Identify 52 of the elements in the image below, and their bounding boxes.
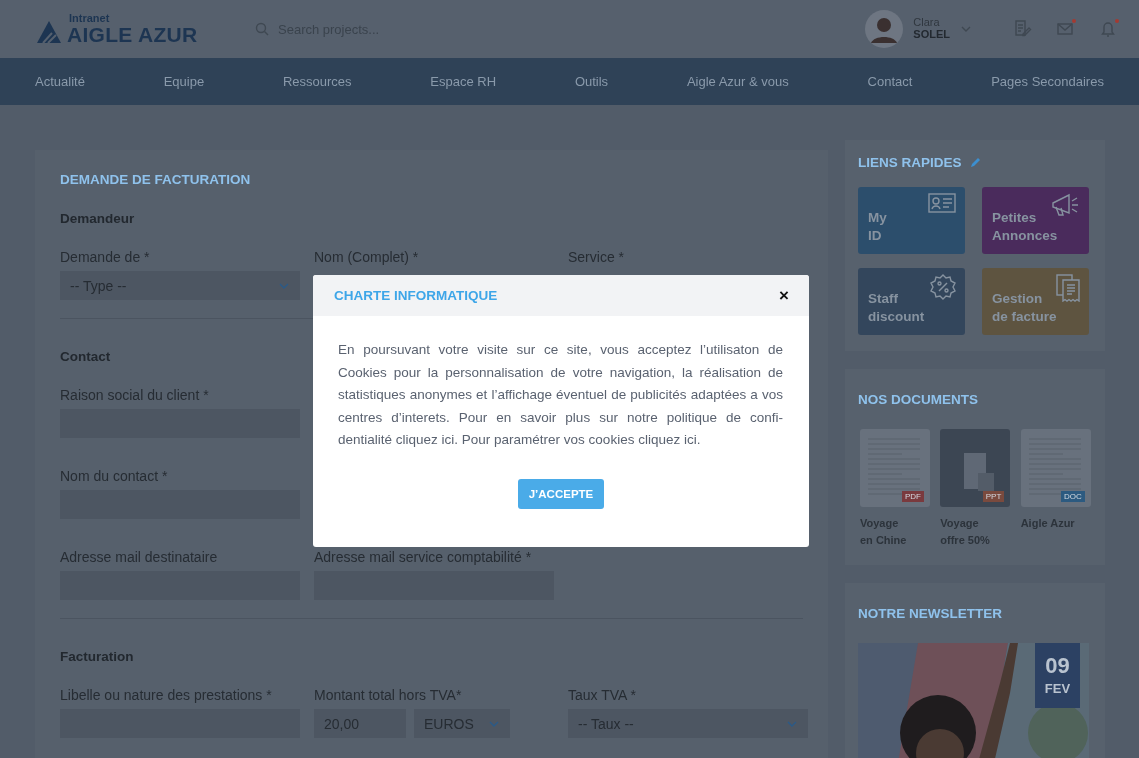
form-title: DEMANDE DE FACTURATION	[60, 172, 252, 187]
field-label: Montant total hors TVA*	[314, 687, 463, 703]
id-card-icon	[928, 193, 956, 213]
nav-link[interactable]: Contact	[867, 74, 913, 89]
quick-link-tile[interactable]: Petites Annonces	[982, 187, 1089, 254]
card-title: LIENS RAPIDES	[858, 155, 962, 170]
date-day: 09	[1045, 655, 1070, 677]
field-label: Service *	[568, 249, 626, 265]
section-title: Contact	[60, 349, 111, 365]
quick-link-tile[interactable]: Gestion de facture	[982, 268, 1089, 335]
nav-link[interactable]: Espace RH	[430, 74, 497, 89]
nav-link[interactable]: Actualité	[35, 74, 85, 89]
nav-link[interactable]: Equipe	[163, 74, 205, 89]
section-title: Facturation	[60, 649, 134, 665]
nav-link[interactable]: Pages Secondaires	[991, 74, 1104, 89]
field-label: Raison social du client *	[60, 387, 210, 403]
quick-link-tile[interactable]: My ID	[858, 187, 965, 254]
header-button[interactable]	[1098, 18, 1119, 40]
modal-title: CHARTE INFORMATIQUE	[334, 288, 498, 303]
chevron-down-icon	[960, 24, 972, 34]
card-title: NOTRE NEWSLETTER	[858, 606, 1003, 621]
tail-logo-icon	[35, 19, 63, 45]
documents-icon	[1056, 274, 1080, 302]
card-title: NOS DOCUMENTS	[858, 392, 979, 407]
modal-text: En poursuvant votre visite sur ce site, vous acceptez l’utilisaton de Cookies pour la personnalisation de votre navigation, la réalisation de statistiques anonymes et l’affichage éventuel de publicités adaptées a vos centres d’interets. Pour en savoir plus sur notre politique de confi-dentialité cliquez ici. Pour paramétrer vos cookies cliquez ici.	[338, 341, 783, 449]
close-button[interactable]: ×	[777, 285, 791, 306]
logo-tagline: Intranet	[69, 13, 111, 24]
file-type-label: PDF	[902, 491, 924, 502]
user-last-name: SOLEL	[913, 29, 950, 41]
document-edit-icon	[1013, 18, 1032, 38]
field-label: Adresse mail destinataire	[60, 549, 219, 565]
file-type-label: PPT	[982, 491, 1005, 502]
percent-badge-icon	[930, 274, 956, 300]
field-label: Libelle ou nature des prestations *	[60, 687, 273, 703]
date-month: FEV	[1044, 681, 1071, 696]
file-type-label: DOC	[1060, 491, 1085, 502]
nav-link[interactable]: Ressources	[282, 74, 352, 89]
accept-button[interactable]: J’ACCEPTE	[518, 478, 604, 509]
logo-brand: AIGLE AZUR	[67, 24, 198, 45]
nav-link[interactable]: Outils	[574, 74, 609, 89]
quick-link-tile[interactable]: Staff discount	[858, 268, 965, 335]
field-label: Taux TVA *	[568, 687, 637, 703]
field-label: Nom (Complet) *	[314, 249, 420, 265]
nav-link[interactable]: Aigle Azur & vous	[686, 74, 789, 89]
megaphone-icon	[1050, 193, 1080, 219]
section-title: Demandeur	[60, 211, 135, 227]
field-label: Adresse mail service comptabilité *	[314, 549, 533, 565]
pencil-icon	[969, 157, 981, 168]
avatar-icon	[865, 10, 904, 48]
field-label: Demande de *	[60, 249, 151, 265]
field-label: Nom du contact *	[60, 468, 169, 484]
search-icon	[255, 22, 269, 36]
